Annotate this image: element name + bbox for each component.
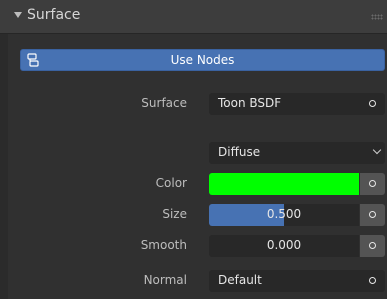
- socket-icon: [369, 211, 376, 218]
- normal-socket[interactable]: [360, 270, 385, 292]
- size-row: Size 0.500: [0, 204, 387, 226]
- color-swatch[interactable]: [209, 173, 359, 195]
- use-nodes-button[interactable]: Use Nodes: [20, 49, 385, 71]
- normal-label: Normal: [143, 273, 187, 287]
- grip-icon[interactable]: [371, 14, 383, 20]
- surface-socket[interactable]: [360, 93, 385, 115]
- color-socket[interactable]: [360, 173, 385, 195]
- size-slider[interactable]: 0.500: [209, 204, 359, 226]
- component-dropdown[interactable]: Diffuse: [209, 142, 385, 164]
- smooth-socket[interactable]: [360, 235, 385, 257]
- normal-value: Default: [218, 273, 262, 287]
- size-socket[interactable]: [360, 204, 385, 226]
- chevron-down-icon[interactable]: [14, 12, 22, 18]
- component-value: Diffuse: [218, 145, 261, 159]
- surface-shader-value: Toon BSDF: [218, 96, 282, 110]
- use-nodes-label: Use Nodes: [170, 53, 235, 67]
- size-label: Size: [162, 207, 187, 221]
- size-value: 0.500: [266, 207, 302, 221]
- color-row: Color: [0, 173, 387, 195]
- panel-header[interactable]: Surface: [0, 0, 387, 34]
- socket-icon: [369, 277, 376, 284]
- smooth-value: 0.000: [266, 238, 302, 252]
- socket-icon: [369, 180, 376, 187]
- smooth-slider[interactable]: 0.000: [209, 235, 359, 257]
- panel-title: Surface: [27, 7, 81, 23]
- normal-row: Normal Default: [0, 270, 387, 292]
- socket-icon: [369, 100, 376, 107]
- panel-edge: [0, 34, 8, 299]
- surface-label: Surface: [141, 96, 187, 110]
- smooth-row: Smooth 0.000: [0, 235, 387, 257]
- chevron-down-icon: [372, 145, 382, 155]
- surface-row: Surface Toon BSDF: [0, 93, 387, 115]
- surface-shader-field[interactable]: Toon BSDF: [209, 93, 385, 115]
- color-label: Color: [155, 176, 187, 190]
- surface-panel: Surface Use Nodes Surface Toon BSDF Diff…: [0, 0, 387, 299]
- normal-field[interactable]: Default: [209, 270, 385, 292]
- smooth-label: Smooth: [140, 238, 187, 252]
- socket-icon: [369, 242, 376, 249]
- component-row: Diffuse: [0, 142, 387, 164]
